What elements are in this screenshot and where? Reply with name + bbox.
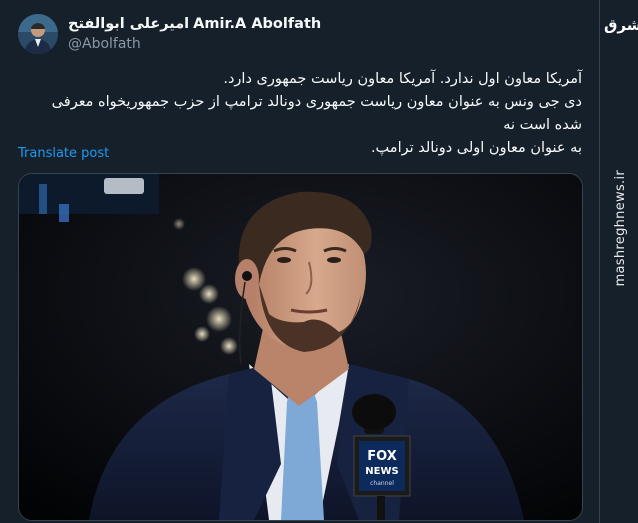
mic-flag-label-channel: channel	[370, 480, 394, 487]
author-avatar[interactable]	[18, 14, 58, 54]
translate-post-link[interactable]: Translate post	[18, 146, 109, 161]
tweet-post[interactable]: امیرعلی ابوالفتح Amir.A Abolfath @Abolfa…	[0, 0, 600, 523]
watermark-strip: مشرق mashreghnews.ir	[599, 0, 638, 523]
author-name-english[interactable]: Amir.A Abolfath	[193, 16, 321, 32]
mic-flag-label-bottom: NEWS	[365, 466, 398, 477]
post-image[interactable]: FOX NEWS channel	[18, 173, 583, 521]
watermark-site: mashreghnews.ir	[613, 170, 628, 287]
author-handle[interactable]: @Abolfath	[68, 36, 141, 52]
watermark-logo: مشرق	[604, 16, 638, 34]
tweet-text-line: آمریکا معاون اول ندارد. آمریکا معاون ریا…	[223, 71, 582, 87]
mic-flag-label-top: FOX	[367, 449, 397, 464]
tweet-text-line: دی جی ونس به عنوان معاون ریاست جمهوری دو…	[51, 94, 582, 133]
author-name-persian[interactable]: امیرعلی ابوالفتح	[68, 16, 189, 32]
author-name-row[interactable]: امیرعلی ابوالفتح Amir.A Abolfath	[68, 14, 321, 34]
